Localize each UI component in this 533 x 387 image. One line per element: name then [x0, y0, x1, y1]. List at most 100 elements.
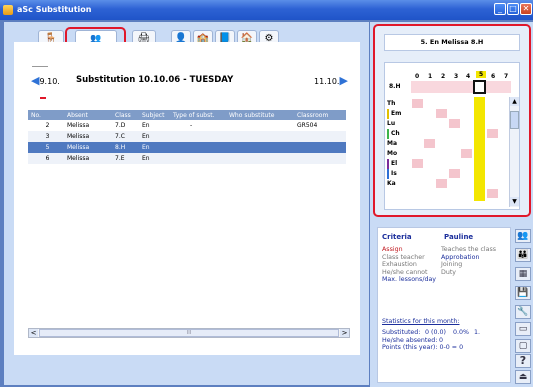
cell-classroom: GR504 [297, 122, 318, 129]
wrench-icon[interactable]: 🔧 [515, 305, 531, 319]
window2-icon[interactable]: ▢ [515, 339, 531, 353]
cell-classroom [294, 153, 346, 164]
group-icon[interactable]: 👪 [515, 248, 531, 262]
next-day-link[interactable]: 11.10.▶ [314, 74, 348, 87]
scroll-down-button[interactable]: ▼ [510, 197, 519, 206]
criteria-exhaustion: Exhaustion [382, 261, 417, 268]
criteria-joining: Joining [441, 261, 463, 268]
teacher-row-label[interactable]: Ma [387, 139, 505, 149]
cell-absent: Melissa [64, 153, 112, 164]
column-header[interactable]: Class [112, 110, 139, 120]
stat-points: Points (this year): 0-0 = 0 [382, 344, 464, 351]
teacher-row-label[interactable]: Mo [387, 149, 505, 159]
class-row [411, 81, 511, 93]
minimize-button[interactable]: _ [494, 3, 506, 15]
busy-cell [412, 99, 423, 108]
scroll-grip: III [186, 330, 192, 336]
cell-classroom [294, 131, 346, 142]
app-icon [3, 5, 13, 15]
cell-substitute [226, 153, 294, 164]
criteria-max-lessons: Max. lessons/day [382, 276, 437, 283]
cell-classroom [294, 142, 346, 153]
cell-subject: En [142, 122, 150, 129]
scroll-thumb[interactable] [510, 111, 519, 129]
cell-type [170, 153, 226, 164]
busy-cell [487, 189, 498, 198]
table-row-selected[interactable]: 5 Melissa 8.H En [28, 142, 346, 153]
period-label: 0 [415, 73, 420, 80]
teacher-row-label[interactable]: Lu [387, 119, 505, 129]
criteria-teaches-class: Teaches the class [441, 246, 497, 253]
teacher-row-label[interactable]: Th [387, 99, 505, 109]
cell-class: 8.H [112, 142, 139, 153]
maximize-button[interactable]: □ [507, 3, 519, 15]
column-header[interactable]: Classroom [294, 110, 346, 120]
exit-icon[interactable]: ⏏ [515, 370, 531, 384]
scroll-left-button[interactable]: < [29, 329, 38, 337]
criteria-heading: Criteria [382, 233, 412, 241]
criteria-cannot: He/she cannot [382, 268, 428, 276]
window-icon[interactable]: ▭ [515, 322, 531, 336]
help-icon[interactable]: ? [515, 354, 531, 368]
cell-class: 7.E [112, 153, 139, 164]
column-header[interactable]: Absent [64, 110, 112, 120]
criteria-approbation: Approbation [441, 253, 480, 261]
cell-absent: Melissa [64, 131, 112, 142]
cell-subject: En [139, 131, 170, 142]
criteria-right-list: Teaches the class Approbation Joining Du… [441, 246, 496, 276]
table-row[interactable]: 3 Melissa 7.C En [28, 131, 346, 142]
schedule-header-box: 5. En Melissa 8.H [384, 34, 520, 51]
period-label: 1 [428, 73, 433, 80]
horizontal-scrollbar[interactable]: < III > [28, 328, 350, 338]
teacher-schedule-grid: 8.H 0 1 2 3 4 5 6 7 Th Em Lu Ch Ma Mo El… [384, 62, 520, 210]
cell-substitute [226, 142, 294, 153]
period-label: 3 [454, 73, 459, 80]
column-header[interactable]: Subject [139, 110, 170, 120]
cell-class: 7.C [112, 131, 139, 142]
arrow-right-icon: ▶ [339, 74, 348, 87]
table-icon[interactable]: ▦ [515, 267, 531, 281]
prev-day-link[interactable]: ◀9.10. [31, 74, 60, 87]
schedule-scrollbar[interactable]: ▲ ▼ [509, 97, 519, 207]
substitution-sheet [14, 42, 360, 355]
teacher-row-label[interactable]: El [387, 159, 505, 169]
cell-type: - [190, 122, 193, 129]
page-title: Substitution 10.10.06 - TUESDAY [76, 75, 234, 85]
column-header[interactable]: Who substitute [226, 110, 294, 120]
scroll-right-button[interactable]: > [340, 329, 349, 337]
save-icon[interactable]: 💾 [515, 286, 531, 300]
busy-cell [424, 139, 435, 148]
people-icon[interactable]: 👥 [515, 229, 531, 243]
table-row[interactable]: 2 Melissa 7.D En - GR504 [28, 120, 346, 131]
cell-no: 3 [28, 131, 64, 142]
period-label-highlight: 5 [476, 71, 487, 78]
cell-no: 2 [45, 122, 50, 129]
period-label: 4 [466, 73, 471, 80]
cell-no: 5 [28, 142, 64, 153]
busy-cell [436, 179, 447, 188]
table-row[interactable]: 6 Melissa 7.E En [28, 153, 346, 164]
selected-lesson-cell[interactable] [473, 80, 486, 94]
busy-cell [449, 169, 460, 178]
scroll-thumb[interactable]: III [39, 329, 339, 337]
busy-cell [436, 109, 447, 118]
stat-substituted: Substituted: 0 (0.0) 0.0% 1. [382, 329, 481, 336]
scroll-up-button[interactable]: ▲ [510, 97, 519, 106]
column-header[interactable]: Type of subst. [170, 110, 226, 120]
column-header[interactable]: No. [28, 110, 64, 120]
cell-substitute [226, 120, 294, 131]
cell-class: 7.D [115, 122, 126, 129]
cell-no: 6 [28, 153, 64, 164]
teacher-row-label[interactable]: Is [387, 169, 505, 179]
criteria-class-teacher: Class teacher [382, 253, 425, 261]
busy-cell [487, 129, 498, 138]
cell-type [170, 142, 226, 153]
cell-type [170, 131, 226, 142]
grid-corner-label: 8.H [389, 83, 401, 90]
cell-subject: En [139, 153, 170, 164]
red-marker [40, 97, 46, 99]
close-button[interactable]: ✕ [520, 3, 532, 15]
period-label: 6 [491, 73, 496, 80]
window-title: aSc Substitution [17, 5, 92, 14]
schedule-header: 5. En Melissa 8.H [420, 38, 484, 46]
